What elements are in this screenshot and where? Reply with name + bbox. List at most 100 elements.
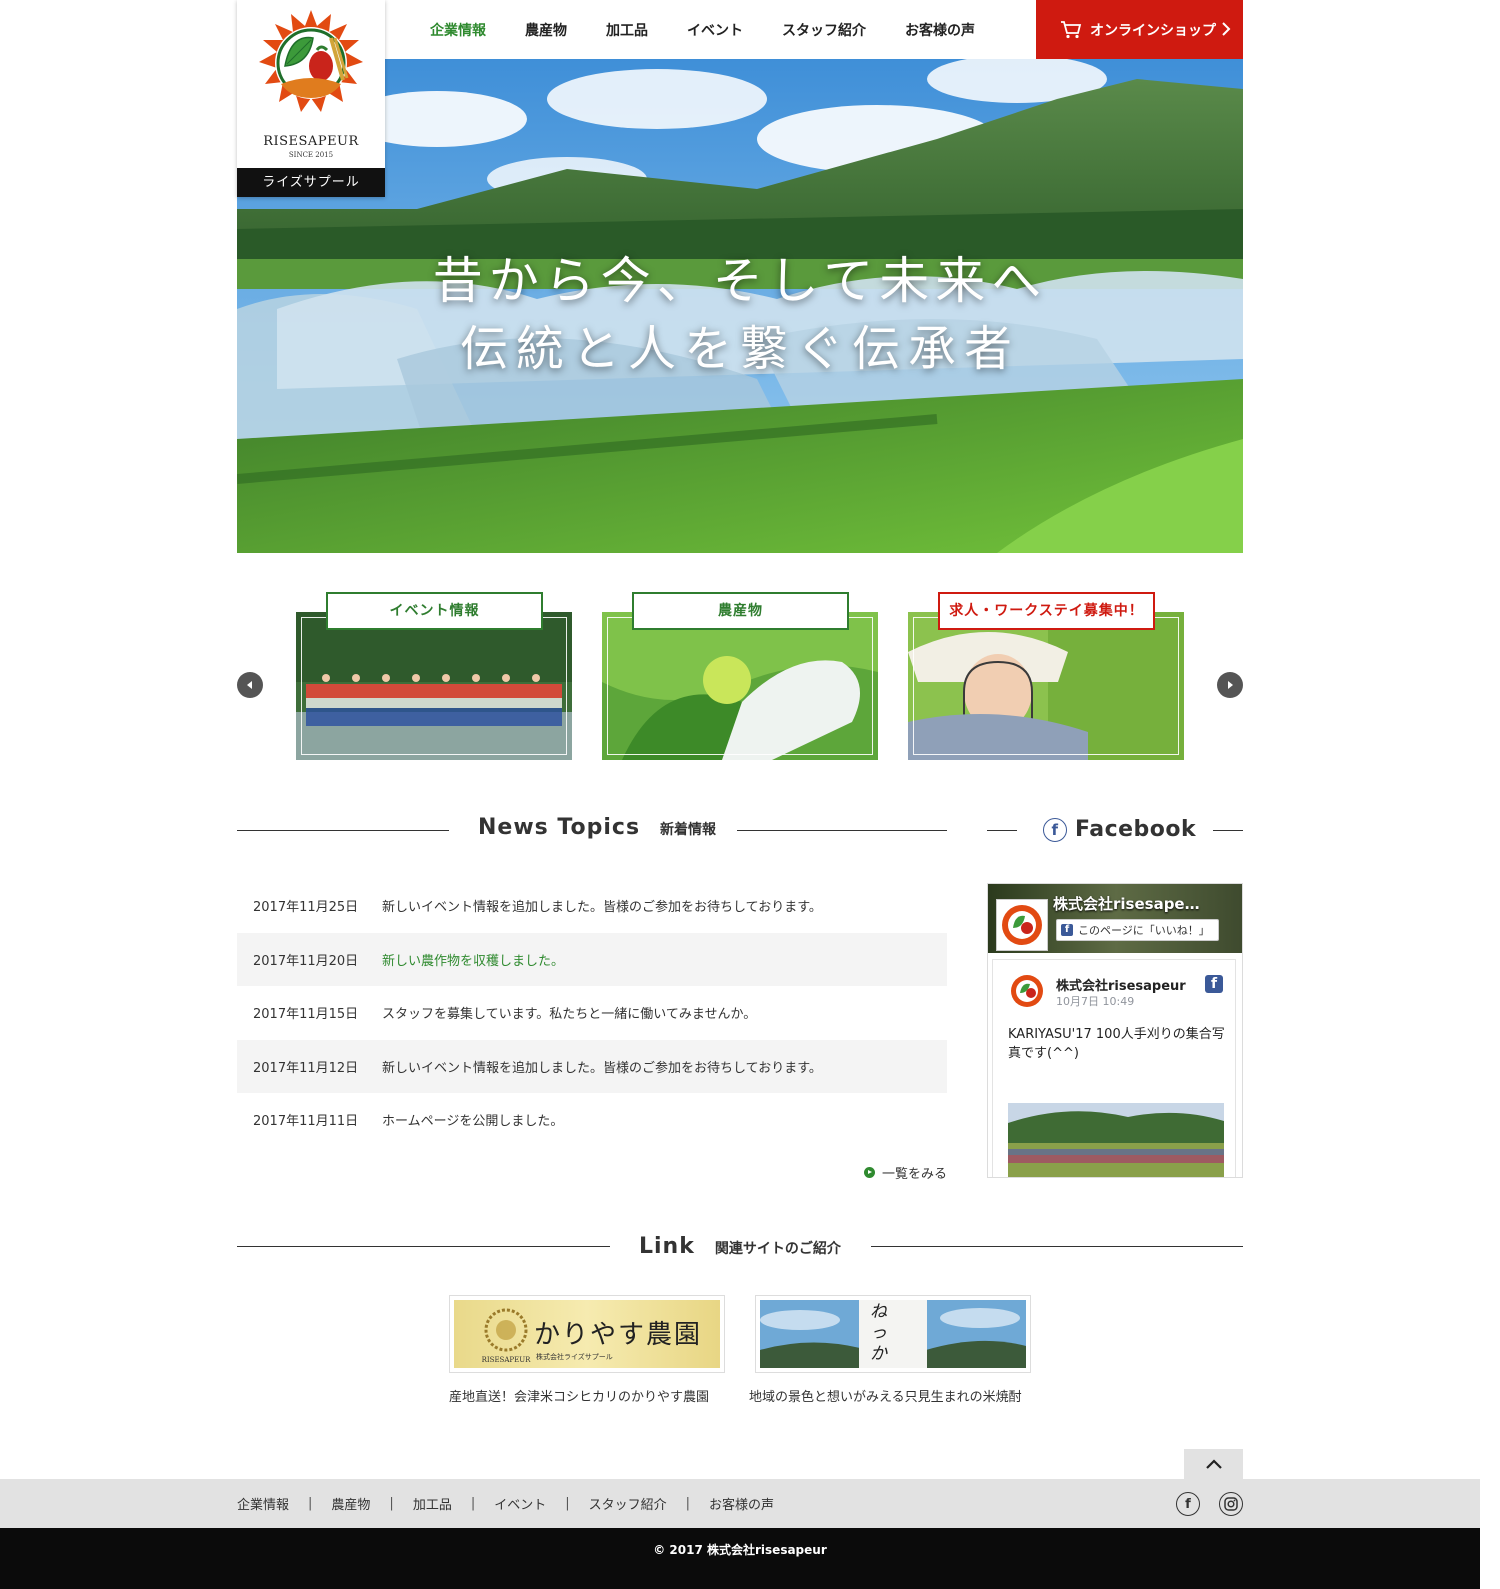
news-date: 2017年11月20日	[253, 953, 359, 969]
chevron-right-icon	[1222, 22, 1231, 36]
news-title-ja: 新着情報	[660, 822, 717, 838]
instagram-icon	[1224, 1497, 1238, 1511]
fb-page-name[interactable]: 株式会社risesape…	[1053, 893, 1200, 914]
fb-post-avatar[interactable]	[1008, 972, 1046, 1010]
link-kariyasu-caption: 産地直送！会津米コシヒカリのかりやす農園	[449, 1390, 710, 1405]
play-circle-icon	[864, 1167, 875, 1178]
carousel-label-recruit: 求人・ワークステイ募集中！	[938, 592, 1155, 630]
link-nekka-caption: 地域の景色と想いがみえる只見生まれの米焼酎	[749, 1390, 1022, 1405]
fb-post-author[interactable]: 株式会社risesapeur	[1056, 975, 1186, 994]
news-item[interactable]: 2017年11月11日 ホームページを公開しました。	[237, 1093, 947, 1147]
fb-divider-left	[987, 830, 1017, 831]
link-divider-right	[871, 1246, 1243, 1247]
kariyasu-logo-icon: RISESAPEUR	[482, 1308, 532, 1364]
news-more-link[interactable]: 一覧をみる	[864, 1163, 947, 1182]
carousel-next-button[interactable]	[1217, 672, 1243, 698]
logo-kana: ライズサプール	[237, 168, 385, 197]
footer-link-products[interactable]: 農産物	[331, 1494, 370, 1513]
footer-separator: |	[565, 1496, 570, 1511]
news-item[interactable]: 2017年11月15日 スタッフを募集しています。私たちと一緒に働いてみませんか…	[237, 986, 947, 1040]
nav-item-staff[interactable]: スタッフ紹介	[782, 20, 866, 40]
hero-headline: 昔から今、そして未来へ	[432, 252, 1048, 310]
carousel-label-events: イベント情報	[326, 592, 543, 630]
footer-separator: |	[470, 1496, 476, 1511]
back-to-top-button[interactable]	[1184, 1449, 1243, 1479]
carousel-item-events[interactable]: イベント情報	[296, 592, 572, 760]
kariyasu-banner-sub: 株式会社ライズサプール	[536, 1353, 613, 1361]
fb-post-date[interactable]: 10月7日 10:49	[1056, 993, 1134, 1009]
news-date: 2017年11月12日	[253, 1060, 359, 1076]
news-heading: News Topics 新着情報	[478, 815, 716, 840]
link-title-ja: 関連サイトのご紹介	[714, 1241, 841, 1257]
news-date: 2017年11月15日	[253, 1007, 359, 1023]
cart-icon	[1061, 20, 1082, 38]
arrow-right-icon	[1228, 681, 1233, 689]
news-item[interactable]: 2017年11月12日 新しいイベント情報を追加しました。皆様のご参加をお待ちし…	[237, 1039, 947, 1093]
link-heading: Link 関連サイトのご紹介	[639, 1234, 841, 1259]
copyright-text: © 2017 株式会社risesapeur	[653, 1543, 827, 1557]
fb-divider-right	[1213, 830, 1243, 831]
hero-subheadline: 伝統と人を繋ぐ伝承者	[459, 321, 1020, 377]
nekka-banner-title: ねっか	[870, 1302, 887, 1364]
online-shop-button[interactable]: オンラインショップ	[1036, 0, 1243, 59]
news-item[interactable]: 2017年11月20日 新しい農作物を収穫しました。	[237, 932, 947, 986]
logo-name: RISESAPEUR	[263, 134, 359, 149]
news-text: 新しいイベント情報を追加しました。皆様のご参加をお待ちしております。	[382, 1060, 822, 1076]
fb-post-photo[interactable]	[1008, 1103, 1224, 1178]
svg-text:RISESAPEUR: RISESAPEUR	[482, 1356, 532, 1364]
news-divider-left	[237, 830, 449, 831]
facebook-icon: f	[1043, 817, 1067, 842]
facebook-heading: f Facebook	[1043, 817, 1196, 842]
hero-banner: 昔から今、そして未来へ 伝統と人を繋ぐ伝承者	[237, 59, 1243, 553]
produce-frame	[607, 617, 873, 755]
news-list: 2017年11月25日 新しいイベント情報を追加しました。皆様のご参加をお待ちし…	[237, 879, 947, 1147]
footer-link-company[interactable]: 企業情報	[237, 1494, 289, 1513]
news-text: ホームページを公開しました。	[382, 1114, 564, 1130]
online-shop-label: オンラインショップ	[1090, 22, 1216, 39]
fb-avatar-logo-icon	[1002, 905, 1042, 945]
site-logo[interactable]: RISESAPEUR SINCE 2015 ライズサプール	[237, 0, 385, 197]
footer-facebook-link[interactable]: f	[1176, 1492, 1200, 1516]
link-title-en: Link	[639, 1234, 695, 1259]
fb-page-avatar[interactable]	[996, 899, 1048, 951]
facebook-small-icon: f	[1061, 924, 1073, 936]
nav-item-company[interactable]: 企業情報	[430, 20, 486, 40]
fb-like-button[interactable]: f このページに「いいね！」	[1056, 919, 1219, 941]
link-nekka-banner[interactable]: ねっか	[755, 1295, 1031, 1373]
facebook-icon: f	[1185, 1496, 1191, 1512]
news-text: 新しいイベント情報を追加しました。皆様のご参加をお待ちしております。	[382, 900, 822, 916]
chevron-up-icon	[1205, 1459, 1222, 1469]
carousel-prev-button[interactable]	[237, 672, 263, 698]
news-divider-right	[737, 830, 947, 831]
footer-link-events[interactable]: イベント	[494, 1494, 546, 1513]
footer-link-voices[interactable]: お客様の声	[709, 1494, 774, 1513]
events-frame	[301, 617, 567, 755]
carousel-label-produce: 農産物	[632, 592, 849, 630]
footer-nav: 企業情報 | 農産物 | 加工品 | イベント | スタッフ紹介 | お客様の声	[237, 1479, 774, 1528]
footer-separator: |	[308, 1496, 313, 1511]
footer-instagram-link[interactable]	[1219, 1492, 1243, 1516]
news-date: 2017年11月11日	[253, 1114, 359, 1130]
nav-item-products[interactable]: 農産物	[525, 20, 567, 40]
logo-since: SINCE 2015	[288, 151, 334, 159]
copyright-bar: © 2017 株式会社risesapeur	[0, 1528, 1480, 1589]
news-more-label: 一覧をみる	[882, 1167, 948, 1182]
kariyasu-banner-title: かりやす農園	[534, 1320, 703, 1350]
nav-item-events[interactable]: イベント	[687, 20, 743, 40]
recruit-frame	[913, 617, 1179, 755]
facebook-widget[interactable]: 株式会社risesape… f このページに「いいね！」 株式会社risesap…	[987, 883, 1243, 1178]
nav-item-processed[interactable]: 加工品	[606, 20, 648, 40]
nav-item-voices[interactable]: お客様の声	[905, 20, 975, 40]
footer-link-staff[interactable]: スタッフ紹介	[589, 1494, 667, 1513]
footer-separator: |	[389, 1496, 394, 1511]
carousel-item-produce[interactable]: 農産物	[602, 592, 878, 760]
carousel-item-recruit[interactable]: 求人・ワークステイ募集中！	[908, 592, 1184, 760]
link-divider-left	[237, 1246, 610, 1247]
facebook-badge-icon: f	[1205, 975, 1223, 993]
link-kariyasu-banner[interactable]: RISESAPEUR かりやす農園 株式会社ライズサプール	[449, 1295, 725, 1373]
news-text: 新しい農作物を収穫しました。	[382, 953, 565, 969]
arrow-left-icon	[247, 681, 252, 689]
footer-link-processed[interactable]: 加工品	[413, 1494, 452, 1513]
news-title-en: News Topics	[478, 815, 641, 840]
news-item[interactable]: 2017年11月25日 新しいイベント情報を追加しました。皆様のご参加をお待ちし…	[237, 879, 947, 933]
